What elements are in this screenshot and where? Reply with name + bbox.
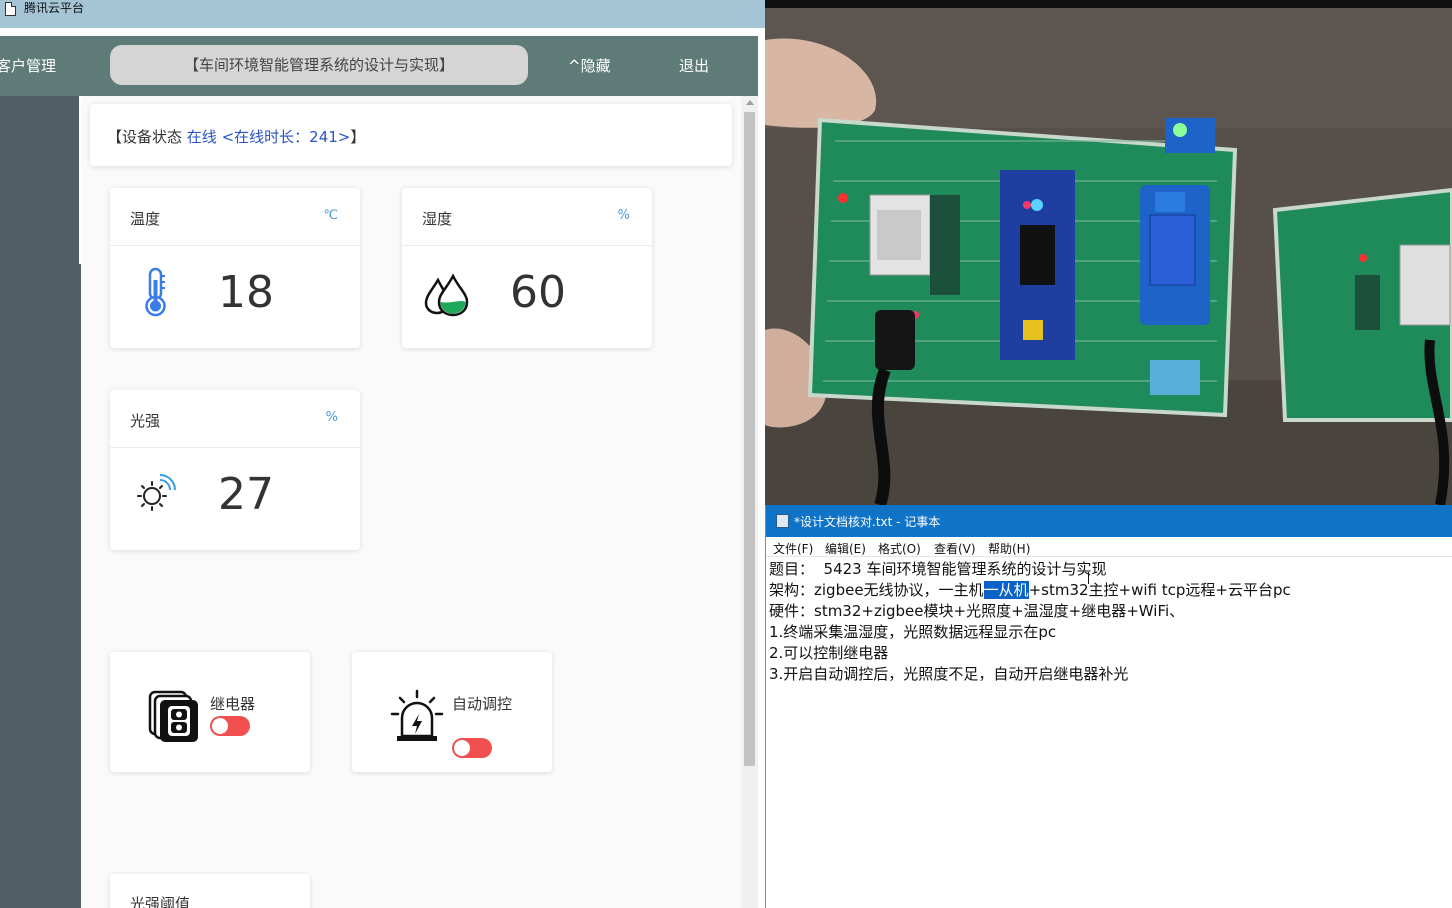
system-title-button[interactable]: 【车间环境智能管理系统的设计与实现】 — [110, 45, 528, 85]
sensor-name: 温度 — [130, 210, 161, 228]
light-threshold-card: 光强阈值 — [110, 874, 310, 908]
nav-customer-management[interactable]: 客户管理 — [0, 55, 56, 76]
notepad-window: *设计文档核对.txt - 记事本 文件(F) 编辑(E) 格式(O) 查看(V… — [765, 505, 1452, 908]
menu-edit[interactable]: 编辑(E) — [825, 540, 866, 557]
sensor-unit: % — [325, 410, 338, 425]
window-title: 腾讯云平台 — [24, 1, 85, 15]
text-line: 3.开启自动调控后，光照度不足，自动开启继电器补光 — [769, 665, 1129, 683]
auto-control-toggle[interactable] — [452, 738, 492, 758]
notepad-title-bar: *设计文档核对.txt - 记事本 — [766, 505, 1452, 537]
sidebar — [0, 96, 81, 908]
relay-switch-icon — [148, 690, 198, 742]
vertical-scrollbar[interactable] — [741, 96, 758, 908]
text-line: 1.终端采集温湿度，光照数据远程显示在pc — [769, 623, 1057, 641]
window-title-bar: 腾讯云平台 — [0, 0, 765, 28]
window-edge — [758, 28, 765, 908]
menu-help[interactable]: 帮助(H) — [988, 540, 1030, 557]
notepad-text-area[interactable]: 题目： 5423 车间环境智能管理系统的设计与实现 架构：zigbee无线协议，一… — [769, 559, 1291, 685]
relay-label: 继电器 — [210, 695, 256, 713]
card-header: 温度 ℃ — [110, 188, 360, 246]
page-icon — [5, 2, 16, 16]
device-status-line: 【设备状态 在线 <在线时长：241>】 — [107, 126, 365, 147]
menu-view[interactable]: 查看(V) — [934, 540, 976, 557]
scrollbar-thumb[interactable] — [744, 112, 755, 766]
text-line: 题目： 5423 车间环境智能管理系统的设计与实现 — [769, 560, 1107, 578]
logout-button[interactable]: 退出 — [679, 55, 709, 76]
relay-control-card: 继电器 — [110, 652, 310, 772]
light-threshold-label: 光强阈值 — [130, 895, 191, 908]
sun-light-icon — [137, 474, 176, 511]
auto-control-label: 自动调控 — [452, 695, 513, 713]
notepad-title: *设计文档核对.txt - 记事本 — [794, 515, 941, 529]
online-duration: <在线时长：241> — [221, 128, 351, 146]
thermometer-icon — [145, 267, 166, 317]
humidity-value: 60 — [510, 267, 566, 318]
sensor-name: 湿度 — [422, 210, 453, 228]
temperature-card: 温度 ℃ 18 — [110, 188, 360, 348]
notepad-menu-bar: 文件(F) 编辑(E) 格式(O) 查看(V) 帮助(H) — [766, 537, 1452, 557]
toggle-knob — [212, 718, 228, 734]
hardware-video-frame — [765, 0, 1452, 505]
humidity-drops-icon — [424, 273, 469, 317]
browser-window: 腾讯云平台 客户管理 【车间环境智能管理系统的设计与实现】 ^隐藏 退出 【设备… — [0, 0, 765, 908]
sensor-name: 光强 — [130, 412, 161, 430]
circuit-boards-photo — [765, 0, 1452, 505]
text-segment: +stm32主控+wifi tcp远程+云平台pc — [1028, 581, 1291, 599]
menu-format[interactable]: 格式(O) — [878, 540, 921, 557]
temperature-value: 18 — [218, 267, 274, 318]
relay-toggle[interactable] — [210, 716, 250, 736]
auto-control-card: 自动调控 — [352, 652, 552, 772]
light-card: 光强 % 27 — [110, 390, 360, 550]
light-value: 27 — [218, 469, 274, 520]
alarm-light-icon — [390, 689, 444, 741]
text-cursor-icon — [1088, 572, 1090, 584]
humidity-card: 湿度 % 60 — [402, 188, 652, 348]
device-status-card: 【设备状态 在线 <在线时长：241>】 — [90, 104, 732, 166]
toggle-knob — [454, 740, 470, 756]
text-line: 硬件：stm32+zigbee模块+光照度+温湿度+继电器+WiFi、 — [769, 602, 1185, 620]
text-segment: 架构：zigbee无线协议，一主机 — [769, 581, 984, 599]
card-header: 湿度 % — [402, 188, 652, 246]
text-line: 架构：zigbee无线协议，一主机一从机+stm32主控+wifi tcp远程+… — [769, 580, 1291, 601]
status-online: 在线 — [186, 128, 217, 146]
notepad-icon — [776, 514, 789, 528]
status-suffix: 】 — [350, 128, 366, 146]
menu-file[interactable]: 文件(F) — [773, 540, 813, 557]
text-selection: 一从机 — [983, 581, 1029, 599]
sensor-unit: % — [617, 208, 630, 223]
scroll-up-arrow-icon[interactable] — [746, 100, 754, 105]
top-navigation-bar: 客户管理 【车间环境智能管理系统的设计与实现】 ^隐藏 退出 — [0, 36, 758, 96]
card-header: 光强 % — [110, 390, 360, 448]
status-prefix: 【设备状态 — [107, 128, 187, 146]
sensor-unit: ℃ — [323, 208, 338, 223]
text-line: 2.可以控制继电器 — [769, 644, 889, 662]
hide-button[interactable]: ^隐藏 — [568, 55, 611, 76]
